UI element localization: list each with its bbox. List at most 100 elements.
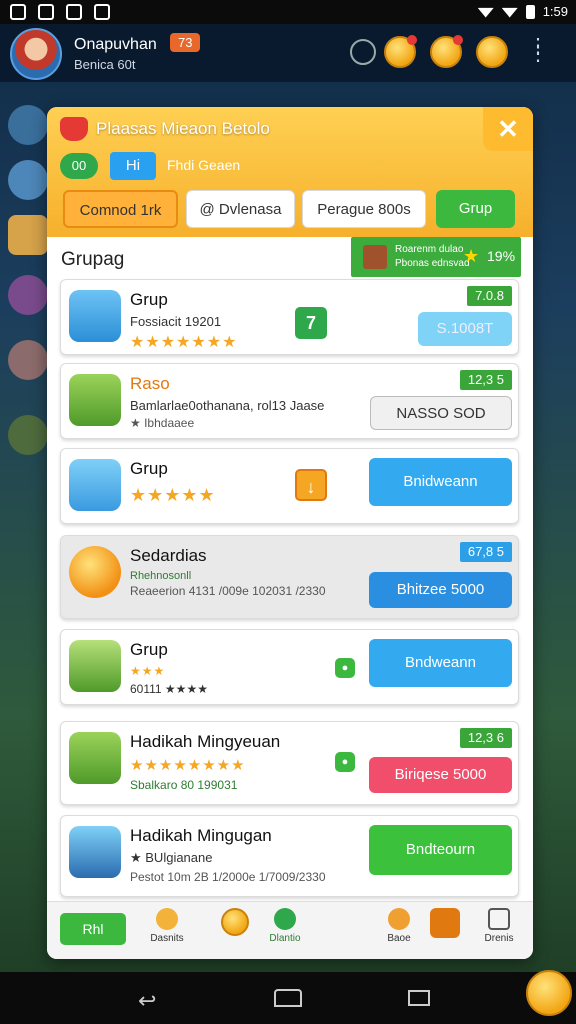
coin-icon[interactable] — [430, 35, 463, 68]
row-rating: ★ Ibhdaaee — [130, 416, 195, 430]
signal-icon — [501, 7, 518, 18]
row-action-button[interactable]: Bndweann — [369, 639, 512, 687]
nav-item-character[interactable] — [417, 908, 473, 941]
tab-league[interactable]: Perague 800s — [302, 190, 426, 228]
nav-label: Dasnits — [150, 933, 184, 944]
coin-icon — [221, 908, 249, 936]
list-item[interactable]: Sedardias Rhehnosonll Reaeerion 4131 /00… — [60, 535, 519, 619]
row-rating: ★★★★★ — [130, 485, 216, 505]
status-bar: 1:59 — [0, 0, 576, 24]
list-item[interactable]: Hadikah Mingyeuan ★★★★★★★★ Sbalkaro 80 1… — [60, 721, 519, 805]
timer-icon[interactable] — [350, 39, 376, 65]
list-item[interactable]: Hadikah Mingugan ★ BUlgianane Pestot 10m… — [60, 815, 519, 897]
value-tag: 7.0.8 — [467, 286, 512, 306]
back-icon[interactable]: ↩ — [138, 988, 156, 1014]
map-icon — [156, 908, 178, 930]
promo-banner[interactable]: Roarenm dulao Pbonas ednsvad ★ 19% — [351, 237, 521, 277]
nav-coin[interactable] — [207, 908, 263, 939]
treasure-icon — [69, 732, 121, 784]
row-action-button[interactable]: Biriqese 5000 — [369, 757, 512, 793]
primary-nav-button[interactable]: Rhl — [60, 913, 126, 945]
row-title: Hadikah Mingyeuan — [130, 732, 281, 751]
row-detail: Bamlarlae0othanana, rol13 Jaase — [130, 398, 325, 413]
player-name: Onapuvhan — [74, 36, 157, 53]
row-rating: ★★★★★★★ — [130, 334, 238, 351]
coin-icon — [69, 546, 121, 598]
level-badge: 73 — [170, 33, 201, 52]
recents-icon[interactable] — [408, 990, 430, 1006]
player-avatar-icon — [69, 640, 121, 692]
character-icon — [430, 908, 460, 938]
promo-value: 19% — [487, 248, 516, 264]
nav-item-4[interactable]: Drenis — [471, 908, 527, 944]
row-detail-2: Reaeerion 4131 /009e 102031 /2330 — [130, 584, 326, 598]
profile-bar: Onapuvhan 73 Benica 60t ⋮ ⋮ — [0, 24, 576, 82]
nav-label: Baoe — [387, 933, 411, 944]
nav-item-1[interactable]: Dasnits — [139, 908, 195, 944]
tab-group[interactable]: Grup — [436, 190, 515, 228]
row-rating: ★★★★★★★★ — [130, 757, 246, 774]
value-tag: 12,3 5 — [459, 370, 512, 390]
mission-modal: Plaasas Mieaon Betolo ✕ 00 Hi Fhdi Geaen… — [47, 107, 533, 959]
status-dot-icon: ● — [335, 752, 355, 772]
promo-line2: Pbonas ednsvad — [395, 258, 470, 269]
chest-icon — [69, 826, 121, 878]
tab-search[interactable]: @ Dvlenasa — [186, 190, 295, 228]
chat-icon[interactable] — [8, 160, 48, 200]
mail-icon — [94, 4, 110, 20]
friend-avatar-icon[interactable] — [8, 275, 48, 315]
status-dot-icon: ● — [335, 658, 355, 678]
section-title: Grupag — [61, 249, 125, 270]
row-title: Hadikah Mingugan — [130, 826, 272, 845]
row-action-button[interactable]: Bndteourn — [369, 825, 512, 875]
modal-title: Plaasas Mieaon Betolo — [96, 119, 270, 138]
coin-shortcut-icon[interactable] — [526, 970, 572, 1016]
gift-icon[interactable] — [384, 35, 417, 68]
mail-side-icon[interactable] — [8, 340, 48, 380]
download-badge: ↓ — [295, 469, 327, 501]
row-title: Raso — [130, 374, 170, 393]
brush-icon — [388, 908, 410, 930]
row-action-button[interactable]: Bnidweann — [369, 458, 512, 506]
timer-icon — [274, 908, 296, 930]
hi-button[interactable]: Hi — [110, 152, 156, 180]
more-menu-icon[interactable]: ⋮ ⋮ — [528, 36, 548, 64]
row-title: Grup — [130, 459, 168, 478]
row-detail: ★ BUlgianane — [130, 850, 213, 865]
nav-label: Drenis — [484, 933, 514, 944]
row-title: Sedardias — [130, 546, 207, 565]
list-item[interactable]: Raso Bamlarlae0othanana, rol13 Jaase ★ I… — [60, 363, 519, 439]
row-detail: Sbalkaro 80 199031 — [130, 778, 238, 792]
list-item[interactable]: Grup ★★★ 60111 ★★★★ ● Bndweann — [60, 629, 519, 705]
play-store-icon — [66, 4, 82, 20]
fish-icon[interactable] — [8, 105, 48, 145]
row-action-button[interactable]: NASSO SOD — [370, 396, 512, 430]
home-icon[interactable] — [274, 989, 302, 1007]
row-action-button[interactable]: Bhitzee 5000 — [369, 572, 512, 608]
tab-command[interactable]: Comnod 1rk — [63, 190, 178, 228]
clock-text: 1:59 — [542, 4, 568, 19]
bottom-nav: Rhl Dasnits Dlantio Baoe Drenis — [47, 901, 533, 959]
value-tag: 67,8 5 — [459, 542, 512, 562]
list-item[interactable]: Grup Fossiacit 19201 ★★★★★★★ 7 7.0.8 S.1… — [60, 279, 519, 355]
smiley-icon[interactable] — [476, 36, 508, 68]
modal-header: Plaasas Mieaon Betolo ✕ 00 Hi Fhdi Geaen… — [47, 107, 533, 237]
nav-item-2[interactable]: Dlantio — [257, 908, 313, 944]
inventory-icon[interactable] — [8, 215, 48, 255]
avatar[interactable] — [10, 28, 62, 80]
nav-label: Dlantio — [269, 933, 301, 944]
value-tag: 12,3 6 — [459, 728, 512, 748]
close-button[interactable]: ✕ — [483, 107, 533, 151]
notification-icon — [10, 4, 26, 20]
star-icon: ★ — [463, 246, 480, 266]
list-item[interactable]: Grup ★★★★★ ↓ Bnidweann — [60, 448, 519, 524]
player-subtitle: Benica 60t — [74, 57, 136, 72]
row-action-button[interactable]: S.1008T — [418, 312, 512, 346]
friend-avatar-icon-2[interactable] — [8, 415, 48, 455]
system-nav-bar: ↩ — [0, 972, 576, 1024]
rank-badge: 7 — [295, 307, 327, 339]
online-pill[interactable]: 00 — [60, 153, 98, 179]
chest-icon — [363, 245, 387, 269]
profile-icon — [488, 908, 510, 930]
row-detail: Fossiacit 19201 — [130, 314, 222, 329]
